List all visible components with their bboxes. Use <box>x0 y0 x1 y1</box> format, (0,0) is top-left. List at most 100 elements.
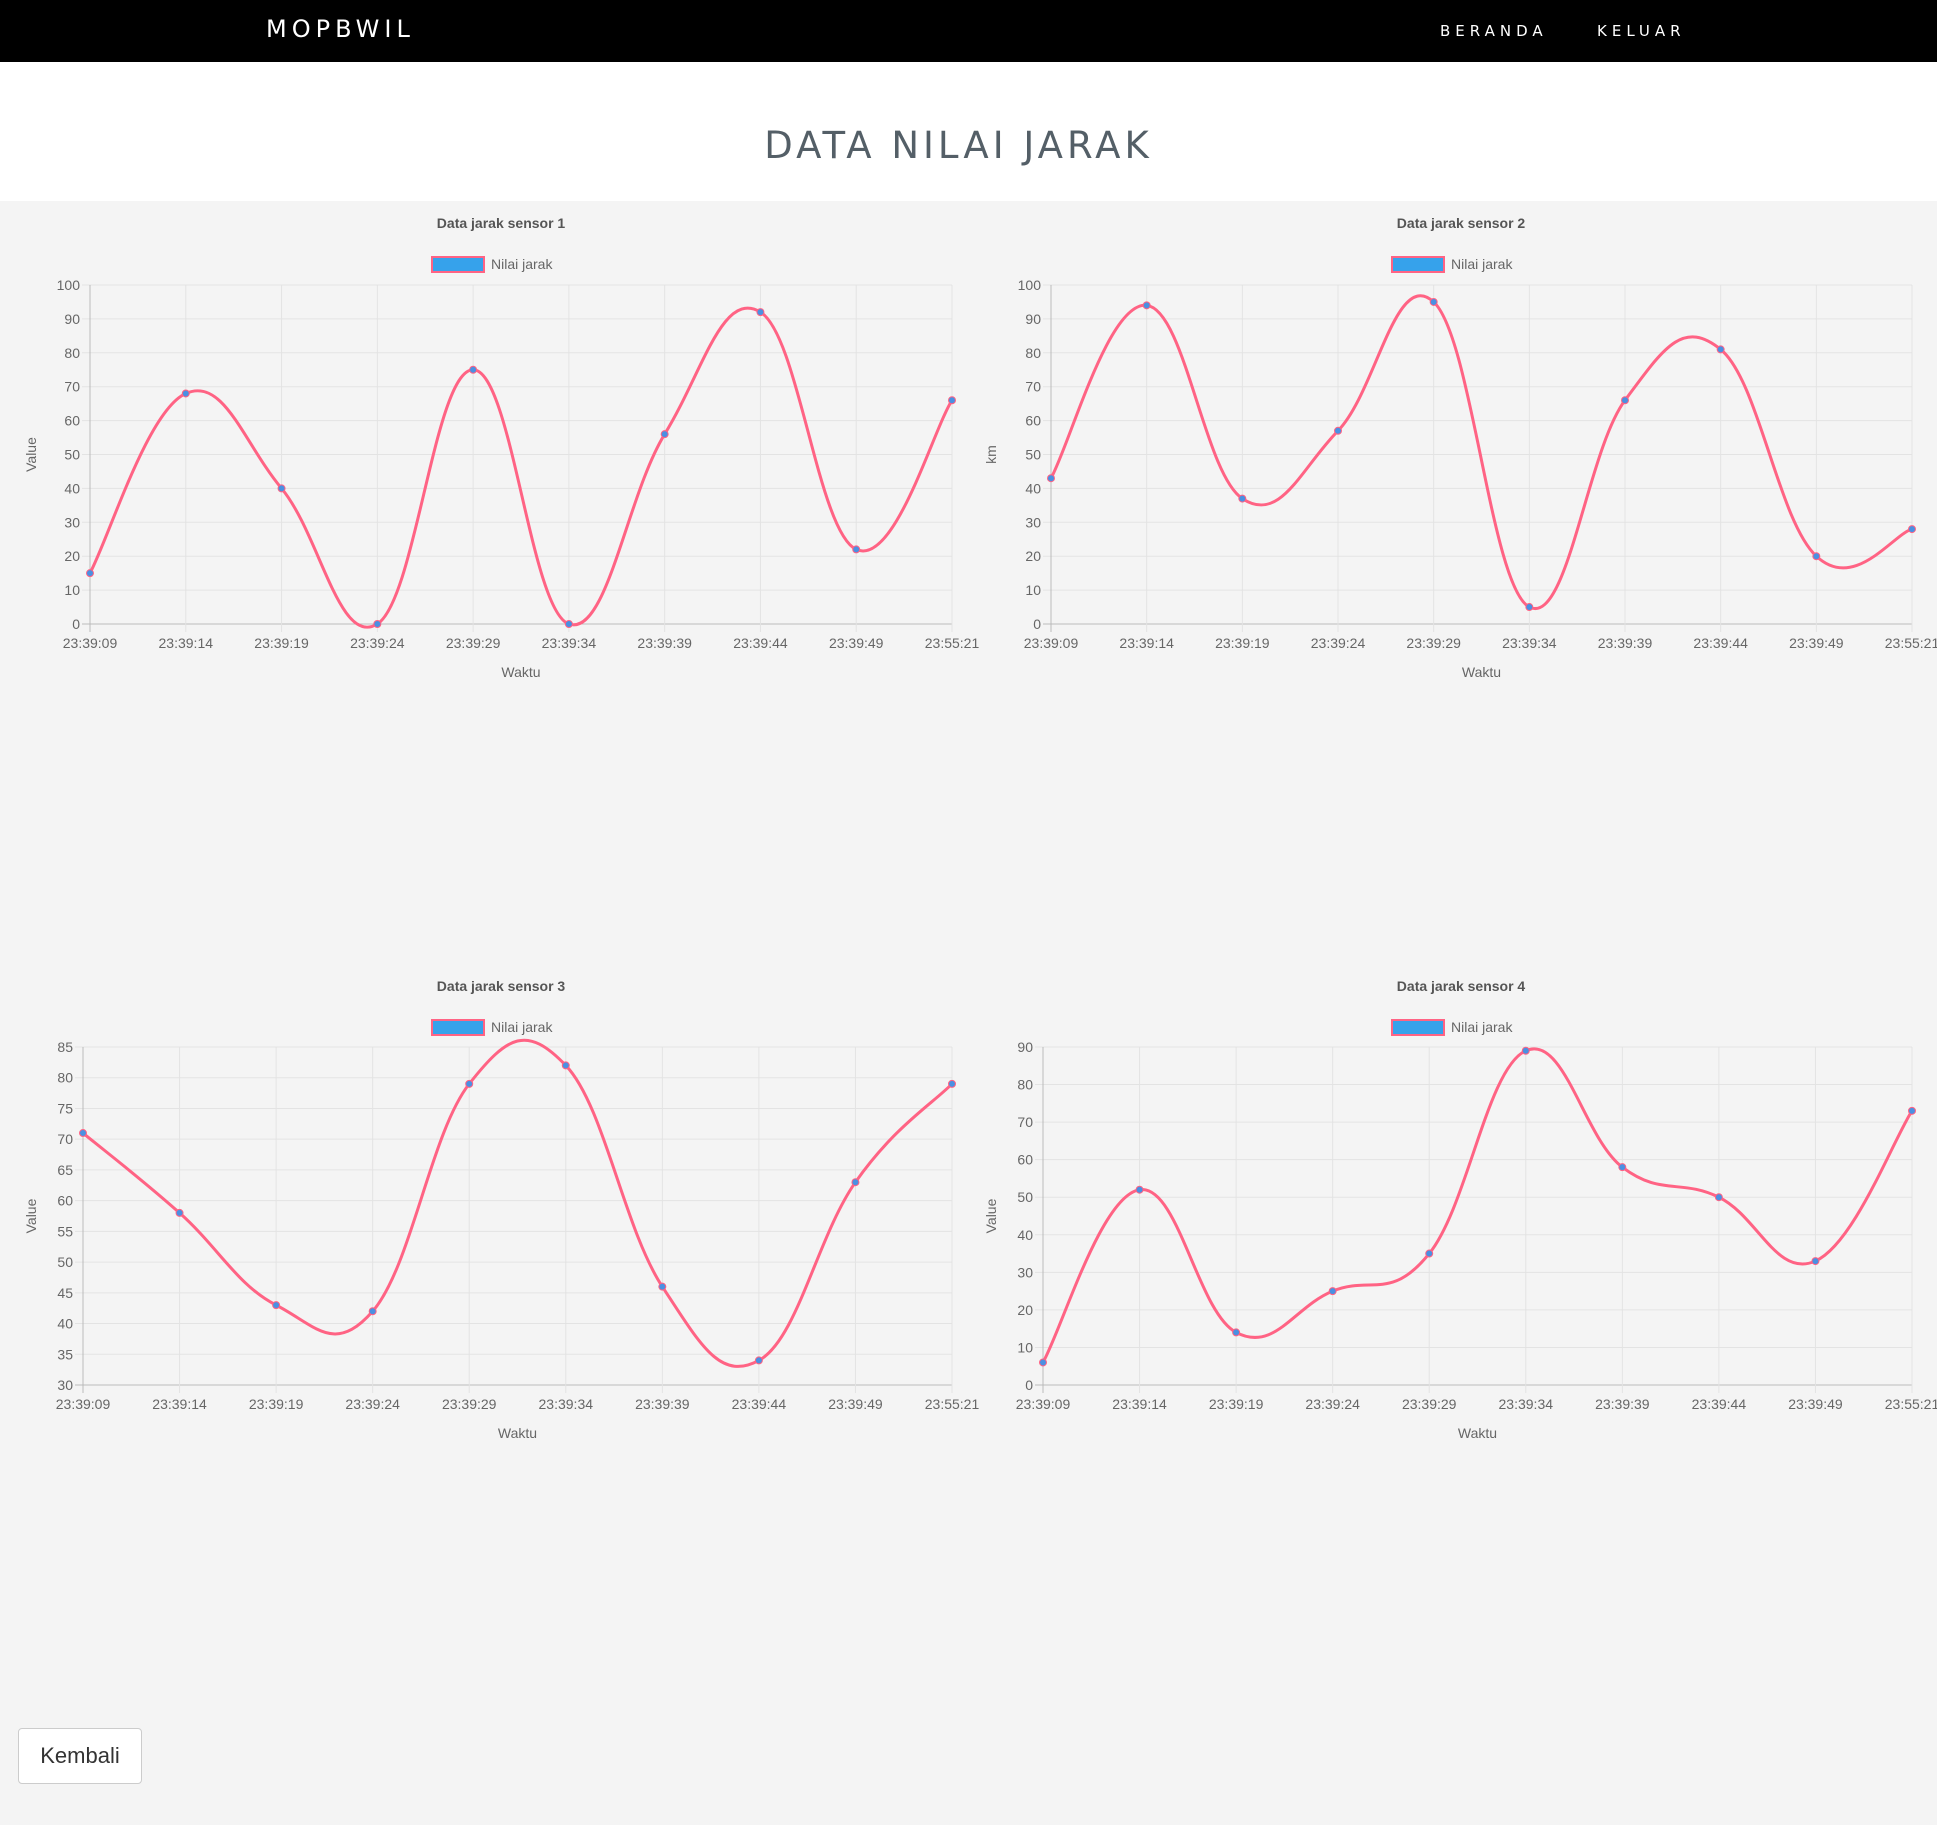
data-point[interactable] <box>368 1307 377 1316</box>
x-tick-label: 23:39:39 <box>1595 1396 1650 1412</box>
data-point[interactable] <box>851 1178 860 1187</box>
x-tick-label: 23:39:34 <box>539 1396 594 1412</box>
y-axis-label: Value <box>23 1198 39 1233</box>
data-point[interactable] <box>373 620 382 628</box>
legend-label[interactable]: Nilai jarak <box>1451 256 1513 272</box>
data-point[interactable] <box>1521 1046 1530 1055</box>
chart-sensor-1: Data jarak sensor 1 Nilai jarak 0 10 20 30 40 5… <box>23 215 979 680</box>
data-point[interactable] <box>1047 474 1055 483</box>
data-point[interactable] <box>658 1282 667 1291</box>
data-point[interactable] <box>1334 426 1342 435</box>
y-axis-label: Value <box>23 437 39 472</box>
y-tick-label: 40 <box>57 1316 73 1332</box>
data-point[interactable] <box>1714 1193 1723 1202</box>
chart-title: Data jarak sensor 1 <box>437 215 566 231</box>
y-tick-label: 70 <box>57 1131 73 1147</box>
x-tick-label: 23:39:19 <box>254 635 309 651</box>
data-point[interactable] <box>1039 1358 1047 1367</box>
data-point[interactable] <box>1525 603 1534 612</box>
y-tick-label: 80 <box>64 345 80 361</box>
data-point[interactable] <box>79 1129 87 1138</box>
data-point[interactable] <box>852 545 861 554</box>
y-axis-label: Value <box>983 1198 999 1233</box>
x-tick-label: 23:39:44 <box>733 635 788 651</box>
y-tick-label: 70 <box>64 379 80 395</box>
legend-swatch <box>1391 1019 1445 1036</box>
data-point[interactable] <box>1142 301 1151 310</box>
data-point[interactable] <box>465 1079 474 1088</box>
chart-title: Data jarak sensor 3 <box>437 978 566 994</box>
y-tick-label: 10 <box>64 582 80 598</box>
x-tick-label: 23:39:29 <box>1402 1396 1457 1412</box>
y-tick-label: 80 <box>1025 345 1041 361</box>
data-point[interactable] <box>1812 552 1821 561</box>
y-tick-label: 90 <box>64 311 80 327</box>
data-point[interactable] <box>948 1079 956 1088</box>
data-point[interactable] <box>660 430 669 439</box>
x-tick-label: 23:39:49 <box>828 1396 883 1412</box>
data-point[interactable] <box>1328 1287 1337 1296</box>
y-tick-label: 90 <box>1017 1039 1033 1055</box>
legend-label[interactable]: Nilai jarak <box>491 1019 553 1035</box>
y-tick-label: 20 <box>1025 548 1041 564</box>
y-tick-label: 50 <box>1025 447 1041 463</box>
series-line <box>1049 294 1913 611</box>
chart-title: Data jarak sensor 4 <box>1397 978 1526 994</box>
x-tick-label: 23:39:39 <box>1598 635 1653 651</box>
y-tick-label: 40 <box>1017 1227 1033 1243</box>
x-tick-label: 23:39:09 <box>1016 1396 1071 1412</box>
x-tick-label: 23:39:24 <box>345 1396 400 1412</box>
data-point[interactable] <box>564 620 573 628</box>
data-point[interactable] <box>1908 1106 1916 1115</box>
data-point[interactable] <box>561 1061 570 1070</box>
data-point[interactable] <box>469 365 478 374</box>
series-line <box>82 1038 954 1368</box>
data-point[interactable] <box>1811 1257 1820 1266</box>
data-point[interactable] <box>1716 345 1725 354</box>
y-tick-label: 90 <box>1025 311 1041 327</box>
back-button[interactable]: Kembali <box>18 1728 142 1784</box>
x-axis-label: Waktu <box>501 664 540 680</box>
data-point[interactable] <box>1135 1185 1144 1194</box>
x-tick-label: 23:39:29 <box>446 635 501 651</box>
data-point[interactable] <box>1232 1328 1241 1337</box>
data-point[interactable] <box>1425 1249 1434 1258</box>
y-tick-label: 70 <box>1017 1114 1033 1130</box>
y-tick-label: 40 <box>64 480 80 496</box>
data-point[interactable] <box>948 396 956 405</box>
y-tick-label: 30 <box>64 514 80 530</box>
y-tick-label: 30 <box>1025 514 1041 530</box>
x-tick-label: 23:39:14 <box>159 635 214 651</box>
legend-label[interactable]: Nilai jarak <box>1451 1019 1513 1035</box>
data-point[interactable] <box>1618 1163 1627 1172</box>
data-point[interactable] <box>175 1208 184 1217</box>
x-tick-label: 23:39:09 <box>56 1396 111 1412</box>
brand-logo[interactable]: MOPBWIL <box>266 15 415 43</box>
data-point[interactable] <box>1621 396 1629 405</box>
nav-link-beranda[interactable]: BERANDA <box>1440 22 1548 40</box>
data-point[interactable] <box>1429 297 1438 306</box>
y-tick-label: 70 <box>1025 379 1041 395</box>
y-tick-label: 20 <box>1017 1302 1033 1318</box>
y-tick-label: 60 <box>64 413 80 429</box>
x-tick-label: 23:39:24 <box>1305 1396 1360 1412</box>
y-tick-label: 10 <box>1017 1339 1033 1355</box>
data-point[interactable] <box>86 569 94 578</box>
data-point[interactable] <box>754 1356 763 1365</box>
y-tick-label: 40 <box>1025 480 1041 496</box>
x-tick-label: 23:39:19 <box>1209 1396 1264 1412</box>
data-point[interactable] <box>272 1301 281 1310</box>
x-tick-label: 23:39:39 <box>635 1396 690 1412</box>
y-tick-label: 50 <box>57 1254 73 1270</box>
legend-label[interactable]: Nilai jarak <box>491 256 553 272</box>
data-point[interactable] <box>1908 525 1916 534</box>
y-tick-label: 80 <box>57 1070 73 1086</box>
nav-link-keluar[interactable]: KELUAR <box>1597 22 1686 40</box>
data-point[interactable] <box>1238 494 1247 503</box>
y-tick-label: 55 <box>57 1223 73 1239</box>
data-point[interactable] <box>277 484 286 493</box>
y-tick-label: 65 <box>57 1162 73 1178</box>
data-point[interactable] <box>756 308 765 317</box>
data-point[interactable] <box>181 389 190 398</box>
y-tick-label: 0 <box>1025 1377 1033 1393</box>
